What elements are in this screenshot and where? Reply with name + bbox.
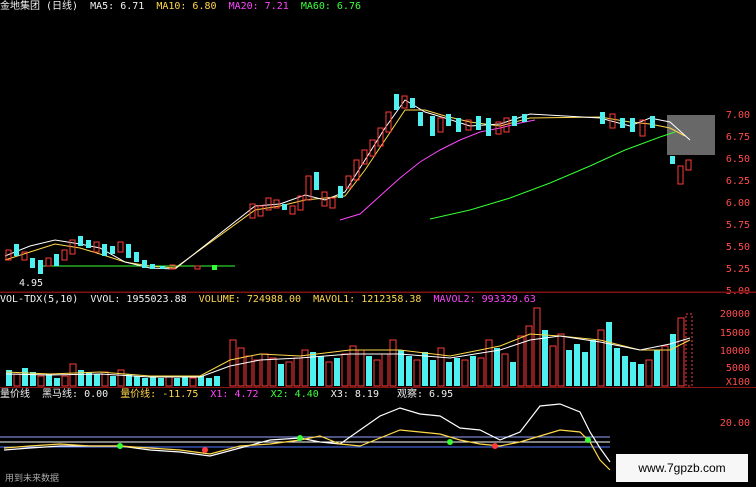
buy-signal-marker bbox=[297, 435, 303, 441]
highlight-box bbox=[667, 115, 715, 155]
sell-signal-marker bbox=[202, 447, 208, 453]
stock-chart-window: 金地集团 (日线) MA5: 6.71 MA10: 6.80 MA20: 7.2… bbox=[0, 0, 756, 487]
ma5-line bbox=[4, 99, 691, 270]
buy-signal-marker bbox=[117, 443, 123, 449]
footer-note: 用到未来数据 bbox=[5, 474, 60, 484]
watermark: www.7gpzb.com bbox=[616, 454, 748, 482]
observe-line bbox=[3, 403, 611, 463]
ma20-line bbox=[339, 119, 536, 221]
price-volume-line bbox=[3, 429, 611, 471]
ma60-line-right bbox=[429, 131, 676, 220]
chart-canvas bbox=[0, 94, 756, 471]
buy-signal-marker bbox=[447, 439, 453, 445]
sell-signal-marker bbox=[492, 443, 498, 449]
buy-signal-marker bbox=[585, 437, 591, 443]
